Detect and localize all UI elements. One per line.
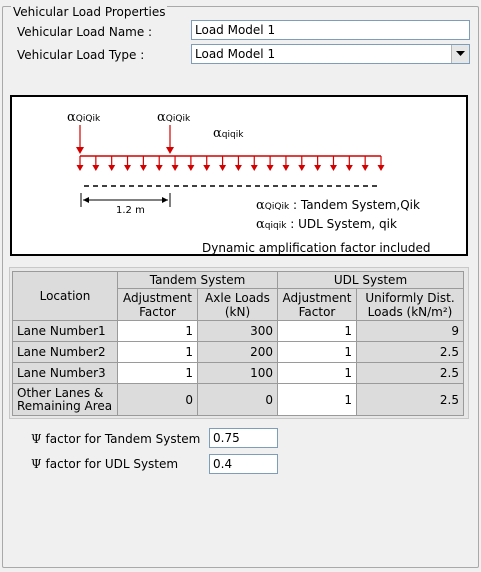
row-location: Lane Number2 xyxy=(12,341,118,363)
udl-system-header: UDL System xyxy=(277,271,464,289)
udl-arrow-head xyxy=(108,165,116,171)
table-row: Lane Number3 1 100 1 2.5 xyxy=(12,362,464,384)
tandem-label-1: αQiQik xyxy=(67,110,101,125)
psi-tandem-input[interactable]: 0.75 xyxy=(209,428,278,448)
udl-load-cell: 2.5 xyxy=(356,341,464,363)
vehicular-load-type-value: Load Model 1 xyxy=(195,47,276,61)
vehicular-load-name-input[interactable]: Load Model 1 xyxy=(191,20,470,40)
axle-loads-header: Axle Loads (kN) xyxy=(197,288,278,321)
psi-tandem-label: Ψfactor for Tandem System xyxy=(31,432,201,446)
axle-load-cell: 300 xyxy=(197,320,278,342)
udl-arrow-head xyxy=(76,165,84,171)
udl-load-cell: 2.5 xyxy=(356,362,464,384)
dropdown-button[interactable] xyxy=(451,45,469,63)
udl-arrow-head xyxy=(203,165,211,171)
udl-arrow-head xyxy=(124,165,132,171)
table-row: Lane Number1 1 300 1 9 xyxy=(12,320,464,342)
udl-factor-header: Adjustment Factor xyxy=(277,288,357,321)
legend-udl: αqiqik : UDL System, qik xyxy=(256,217,397,232)
udl-load-cell: 2.5 xyxy=(356,383,464,416)
udl-arrow-head xyxy=(282,165,290,171)
load-diagram: αQiQik αQiQik αqiqik 1.2 m αQiQik : Tand… xyxy=(10,95,468,256)
udl-arrow-head xyxy=(298,165,306,171)
legend-tandem: αQiQik : Tandem System,Qik xyxy=(256,198,420,213)
udl-factor-cell[interactable]: 1 xyxy=(277,362,357,384)
row-location: Lane Number3 xyxy=(12,362,118,384)
tandem-system-header: Tandem System xyxy=(117,271,278,289)
location-header: Location xyxy=(12,271,118,321)
tandem-factor-cell[interactable]: 1 xyxy=(117,320,198,342)
udl-arrow-head xyxy=(361,165,369,171)
udl-arrow-head xyxy=(345,165,353,171)
vehicular-load-type-select[interactable]: Load Model 1 xyxy=(191,44,470,64)
udl-arrow-head xyxy=(234,165,242,171)
udl-factor-cell[interactable]: 1 xyxy=(277,320,357,342)
axle-load-cell: 0 xyxy=(197,383,278,416)
udl-arrow-head xyxy=(377,165,385,171)
group-title: Vehicular Load Properties xyxy=(11,5,168,19)
dynamic-amplification-note: Dynamic amplification factor included xyxy=(202,241,431,255)
udl-arrow-head xyxy=(187,165,195,171)
udl-label: αqiqik xyxy=(213,126,244,141)
row-location: Other Lanes & Remaining Area xyxy=(12,383,118,416)
udl-loads-header: Uniformly Dist. Loads (kN/m²) xyxy=(356,288,464,321)
spacing-dimension-label: 1.2 m xyxy=(116,205,145,216)
psi-udl-label: Ψfactor for UDL System xyxy=(31,457,179,471)
tandem-label-2: αQiQik xyxy=(157,110,191,125)
udl-arrow-head xyxy=(219,165,227,171)
axle-load-cell: 100 xyxy=(197,362,278,384)
udl-arrows xyxy=(76,155,385,171)
tandem-arrows xyxy=(76,125,174,154)
tandem-factor-cell[interactable]: 1 xyxy=(117,341,198,363)
vehicular-load-type-label: Vehicular Load Type : xyxy=(17,48,145,62)
udl-arrow-head xyxy=(171,165,179,171)
tandem-factor-cell[interactable]: 1 xyxy=(117,362,198,384)
chevron-down-icon xyxy=(456,51,465,56)
tandem-factor-cell: 0 xyxy=(117,383,198,416)
udl-arrow-head xyxy=(329,165,337,171)
vehicular-load-name-label: Vehicular Load Name : xyxy=(17,25,153,39)
udl-arrow-head xyxy=(314,165,322,171)
udl-load-cell: 9 xyxy=(356,320,464,342)
udl-arrow-head xyxy=(139,165,147,171)
psi-udl-input[interactable]: 0.4 xyxy=(209,454,278,474)
tandem-factor-header: Adjustment Factor xyxy=(117,288,198,321)
axle-load-cell: 200 xyxy=(197,341,278,363)
table-row: Other Lanes & Remaining Area 0 0 1 2.5 xyxy=(12,383,464,416)
udl-factor-cell[interactable]: 1 xyxy=(277,383,357,416)
table-row: Lane Number2 1 200 1 2.5 xyxy=(12,341,464,363)
udl-arrow-head xyxy=(92,165,100,171)
udl-factor-cell[interactable]: 1 xyxy=(277,341,357,363)
udl-arrow-head xyxy=(266,165,274,171)
load-table: Location Tandem System UDL System Adjust… xyxy=(12,271,464,416)
row-location: Lane Number1 xyxy=(12,320,118,342)
udl-arrow-head xyxy=(250,165,258,171)
udl-arrow-head xyxy=(155,165,163,171)
